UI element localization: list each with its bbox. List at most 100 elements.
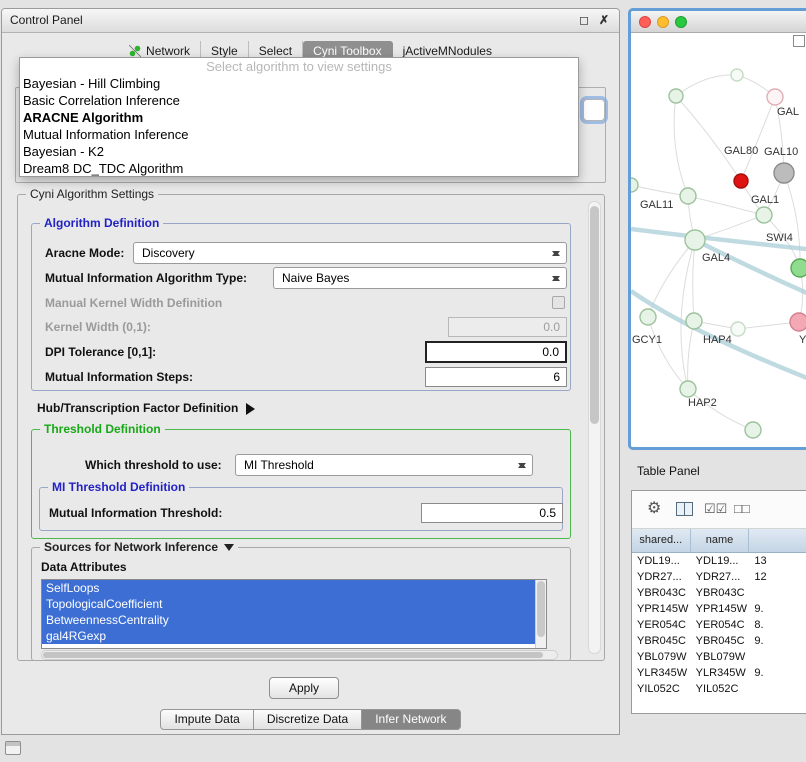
dropdown-placeholder: Select algorithm to view settings <box>20 58 578 75</box>
table-cell <box>749 681 806 697</box>
bottom-tab-discretize-data[interactable]: Discretize Data <box>254 709 362 730</box>
attribute-item-selfloops[interactable]: SelfLoops <box>42 580 535 596</box>
desktop: Control Panel ◻ ✗ NetworkStyleSelectCyni… <box>0 0 806 762</box>
table-cell: YPR145W <box>632 601 691 617</box>
network-node-gcy1[interactable] <box>640 309 656 325</box>
close-window-icon[interactable]: ✗ <box>599 9 609 32</box>
table-panel-title: Table Panel <box>637 464 700 478</box>
list-vertical-scrollbar[interactable] <box>535 580 546 648</box>
attribute-item-betweennesscentrality[interactable]: BetweennessCentrality <box>42 612 535 628</box>
hub-section-toggle[interactable]: Hub/Transcription Factor Definition <box>37 399 261 417</box>
data-attributes-list[interactable]: SelfLoopsTopologicalCoefficientBetweenne… <box>41 579 547 649</box>
collapsed-arrow-icon <box>246 403 261 415</box>
network-node[interactable] <box>731 322 745 336</box>
network-node-hap4[interactable] <box>686 313 702 329</box>
node-label-gcy1: GCY1 <box>632 334 662 346</box>
zoom-traffic-light[interactable] <box>675 16 687 28</box>
algorithm-option-bayesian-hill-climbing[interactable]: Bayesian - Hill Climbing <box>20 75 578 92</box>
network-node-gal10[interactable] <box>734 174 748 188</box>
network-node-gal4[interactable] <box>685 230 705 250</box>
table-cell: YBL079W <box>632 649 691 665</box>
mi-steps-field[interactable]: 6 <box>425 367 567 387</box>
table-cell: YIL052C <box>632 681 691 697</box>
aracne-mode-select[interactable]: Discovery <box>133 242 567 264</box>
minimize-traffic-light[interactable] <box>657 16 669 28</box>
table-cell: YDL19... <box>691 553 750 569</box>
column-header-col2[interactable] <box>749 529 806 552</box>
network-node-gal1[interactable] <box>756 207 772 223</box>
control-panel-titlebar: Control Panel ◻ ✗ <box>2 9 619 33</box>
table-row[interactable]: YLR345WYLR345W9. <box>632 665 806 681</box>
gear-icon[interactable]: ⚙ <box>647 499 661 519</box>
deselect-all-icon[interactable]: □□ <box>734 499 750 519</box>
network-node-gal11[interactable] <box>680 188 696 204</box>
overview-toggle-box[interactable] <box>793 35 805 47</box>
list-horizontal-thumb[interactable] <box>43 652 543 658</box>
network-node[interactable] <box>767 89 783 105</box>
mi-threshold-group-title: MI Threshold Definition <box>48 480 189 494</box>
list-vertical-thumb[interactable] <box>537 581 545 637</box>
network-node-hap2[interactable] <box>680 381 696 397</box>
network-node[interactable] <box>745 422 761 438</box>
network-node[interactable] <box>631 178 638 192</box>
mi-type-select[interactable]: Naive Bayes <box>273 267 567 289</box>
kernel-width-field[interactable]: 0.0 <box>448 317 567 337</box>
table-cell: YLR345W <box>632 665 691 681</box>
table-row[interactable]: YDL19...YDL19...13 <box>632 553 806 569</box>
node-label-gal1: GAL1 <box>751 194 779 206</box>
algorithm-option-dream8-dc-tdc-algorithm[interactable]: Dream8 DC_TDC Algorithm <box>20 160 578 177</box>
attribute-item-topologicalcoefficient[interactable]: TopologicalCoefficient <box>42 596 535 612</box>
dpi-tolerance-field[interactable]: 0.0 <box>425 341 567 363</box>
table-row[interactable]: YPR145WYPR145W9. <box>632 601 806 617</box>
focused-small-button[interactable] <box>583 99 605 121</box>
restore-panel-icon[interactable] <box>5 741 21 755</box>
network-node[interactable] <box>791 259 806 277</box>
manual-kernel-label: Manual Kernel Width Definition <box>45 295 222 311</box>
bottom-tab-impute-data[interactable]: Impute Data <box>160 709 253 730</box>
columns-icon[interactable] <box>676 502 693 516</box>
table-cell: 13 <box>749 553 806 569</box>
table-row[interactable]: YER054CYER054C8. <box>632 617 806 633</box>
table-row[interactable]: YDR27...YDR27...12 <box>632 569 806 585</box>
table-row[interactable]: YBR043CYBR043C <box>632 585 806 601</box>
algorithm-option-bayesian-k2[interactable]: Bayesian - K2 <box>20 143 578 160</box>
network-edge <box>784 173 800 268</box>
table-cell: YDR27... <box>691 569 750 585</box>
node-label-gal: GAL <box>777 106 799 118</box>
which-threshold-select[interactable]: MI Threshold <box>235 454 533 476</box>
network-node[interactable] <box>790 313 806 331</box>
manual-kernel-checkbox[interactable] <box>552 296 565 309</box>
network-window-titlebar[interactable] <box>631 11 806 33</box>
table-row[interactable]: YBL079WYBL079W <box>632 649 806 665</box>
sources-group-title[interactable]: Sources for Network Inference <box>40 540 238 554</box>
close-traffic-light[interactable] <box>639 16 651 28</box>
table-row[interactable]: YIL052CYIL052C <box>632 681 806 697</box>
list-horizontal-scrollbar[interactable] <box>41 650 558 660</box>
settings-scrollbar-thumb[interactable] <box>590 206 599 424</box>
settings-scrollbar[interactable] <box>588 201 601 654</box>
table-cell <box>749 585 806 601</box>
table-cell: YDL19... <box>632 553 691 569</box>
network-node[interactable] <box>774 163 794 183</box>
network-node[interactable] <box>731 69 743 81</box>
algorithm-option-basic-correlation-inference[interactable]: Basic Correlation Inference <box>20 92 578 109</box>
column-header-shared[interactable]: shared... <box>632 529 691 552</box>
table-toolbar: ⚙ ☑☑ □□ <box>632 491 806 529</box>
network-node[interactable] <box>669 89 683 103</box>
window-title: Control Panel <box>10 9 83 32</box>
network-canvas[interactable]: GALGAL80GAL10GAL11GAL1SWI4GAL4GCY1HAP4YH… <box>631 33 806 447</box>
bottom-tab-infer-network[interactable]: Infer Network <box>362 709 460 730</box>
algorithm-option-mutual-information-inference[interactable]: Mutual Information Inference <box>20 126 578 143</box>
expanded-arrow-icon <box>224 544 234 551</box>
table-row[interactable]: YBR045CYBR045C9. <box>632 633 806 649</box>
apply-button[interactable]: Apply <box>269 677 339 699</box>
table-cell: 9. <box>749 633 806 649</box>
mi-threshold-field[interactable]: 0.5 <box>421 503 563 523</box>
table-cell: 12 <box>749 569 806 585</box>
algorithm-option-aracne-algorithm[interactable]: ARACNE Algorithm <box>20 109 578 126</box>
network-edge <box>676 96 741 181</box>
float-window-icon[interactable]: ◻ <box>579 9 589 32</box>
column-header-name[interactable]: name <box>691 529 750 552</box>
select-all-icon[interactable]: ☑☑ <box>704 499 727 519</box>
attribute-item-gal4rgexp[interactable]: gal4RGexp <box>42 628 535 644</box>
